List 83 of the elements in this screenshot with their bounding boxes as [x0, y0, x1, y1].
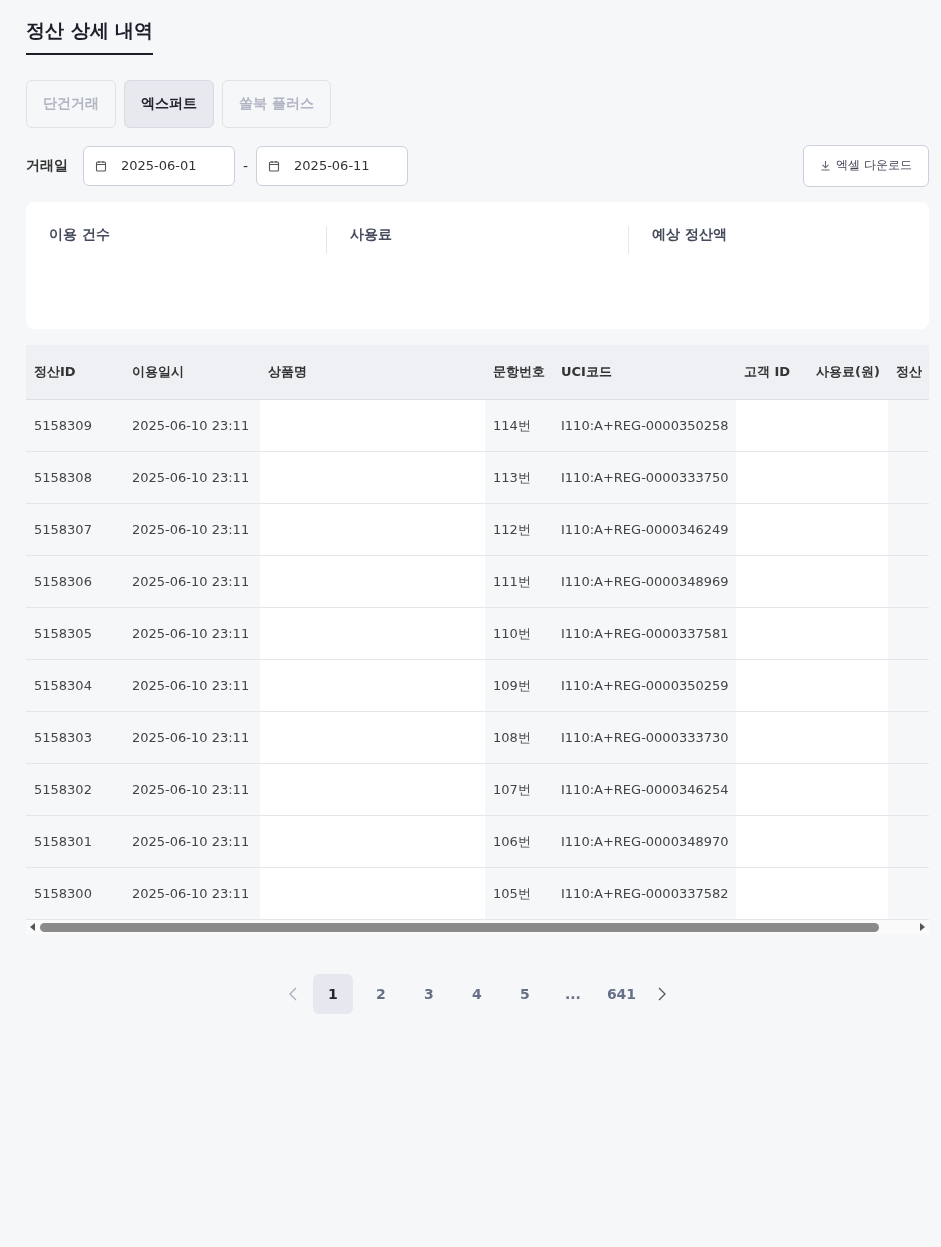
table-cell: I110:A+REG-0000337581	[561, 626, 729, 641]
table-cell: 114번	[493, 416, 531, 435]
next-page-icon[interactable]	[658, 987, 667, 1001]
table-cell: 107번	[493, 780, 531, 799]
summary-label: 사용료	[350, 226, 393, 244]
table-cell: 2025-06-10 23:11	[132, 626, 250, 641]
scroll-right-icon[interactable]	[919, 923, 925, 931]
table-cell: 5158307	[34, 522, 92, 537]
blank-cell	[736, 868, 808, 919]
column-header: 상품명	[268, 363, 307, 381]
table-cell: 5158306	[34, 574, 92, 589]
table-cell: 2025-06-10 23:11	[132, 678, 250, 693]
table-cell: 108번	[493, 728, 531, 747]
table-cell: 5158303	[34, 730, 92, 745]
table-cell: 5158301	[34, 834, 92, 849]
blank-cell	[736, 764, 808, 815]
table-cell: I110:A+REG-0000333730	[561, 730, 729, 745]
table-cell: 2025-06-10 23:11	[132, 522, 250, 537]
table-cell: I110:A+REG-0000346249	[561, 522, 729, 537]
page-button[interactable]: 5	[504, 974, 545, 1014]
excel-download-button[interactable]: 엑셀 다운로드	[803, 144, 929, 187]
table-cell: 5158300	[34, 886, 92, 901]
table-cell: 2025-06-10 23:11	[132, 886, 250, 901]
table-cell: 2025-06-10 23:11	[132, 730, 250, 745]
column-header: 이용일시	[132, 363, 184, 381]
scroll-left-icon[interactable]	[30, 923, 36, 931]
blank-cell	[736, 712, 808, 763]
summary-label: 예상 정산액	[651, 226, 727, 244]
table-cell: 113번	[493, 468, 531, 487]
summary-label: 이용 건수	[49, 226, 110, 244]
table-cell: I110:A+REG-0000350258	[561, 418, 729, 433]
filter-tab[interactable]: 엑스퍼트	[124, 80, 214, 128]
page-button[interactable]: 2	[360, 974, 401, 1014]
start-date-field[interactable]: 2025-06-01	[83, 145, 235, 186]
calendar-icon	[95, 159, 107, 172]
date-separator: -	[243, 157, 249, 174]
table-cell: 110번	[493, 624, 531, 643]
table-cell: 2025-06-10 23:11	[132, 470, 250, 485]
column-header: 문항번호	[493, 363, 545, 381]
table-cell: 5158302	[34, 782, 92, 797]
table-cell: 105번	[493, 884, 531, 903]
table-cell: 5158308	[34, 470, 92, 485]
page-button[interactable]: 641	[600, 974, 643, 1014]
blank-cell	[736, 660, 808, 711]
table-cell: I110:A+REG-0000337582	[561, 886, 729, 901]
table-cell: 106번	[493, 832, 531, 851]
blank-cell	[736, 400, 808, 451]
table-cell: 5158304	[34, 678, 92, 693]
page-button[interactable]: ...	[552, 974, 593, 1014]
column-header: 사용료(원)	[816, 363, 880, 381]
blank-cell	[736, 816, 808, 867]
table-cell: 111번	[493, 572, 531, 591]
end-date-field[interactable]: 2025-06-11	[256, 145, 409, 186]
page-button[interactable]: 3	[408, 974, 449, 1014]
column-header: 정산ID	[34, 363, 76, 381]
scrollbar-thumb[interactable]	[40, 922, 879, 932]
calendar-icon	[268, 159, 281, 172]
column-header: UCI코드	[561, 363, 612, 381]
horizontal-scrollbar[interactable]	[26, 920, 929, 934]
column-header: 정산	[896, 363, 922, 381]
blank-cell	[736, 608, 808, 659]
table-cell: 2025-06-10 23:11	[132, 782, 250, 797]
table-cell: 2025-06-10 23:11	[132, 834, 250, 849]
table-cell: 2025-06-10 23:11	[132, 574, 250, 589]
page-button[interactable]: 4	[456, 974, 497, 1014]
table-cell: 109번	[493, 676, 531, 695]
blank-cell	[736, 504, 808, 555]
page-button[interactable]: 1	[312, 974, 353, 1014]
column-header: 고객 ID	[744, 363, 791, 381]
table-cell: I110:A+REG-0000350259	[561, 678, 729, 693]
blank-cell	[736, 452, 808, 503]
date-label: 거래일	[26, 156, 68, 175]
blank-cell	[736, 556, 808, 607]
table-cell: I110:A+REG-0000348970	[561, 834, 729, 849]
table-cell: 5158305	[34, 626, 92, 641]
page-title: 정산 상세 내역	[26, 14, 154, 55]
table-cell: 5158309	[34, 418, 92, 433]
download-icon	[820, 160, 832, 171]
table-cell: 112번	[493, 520, 531, 539]
table-cell: 2025-06-10 23:11	[132, 418, 250, 433]
table-cell: I110:A+REG-0000346254	[561, 782, 729, 797]
table-cell: I110:A+REG-0000348969	[561, 574, 729, 589]
table-cell: I110:A+REG-0000333750	[561, 470, 729, 485]
